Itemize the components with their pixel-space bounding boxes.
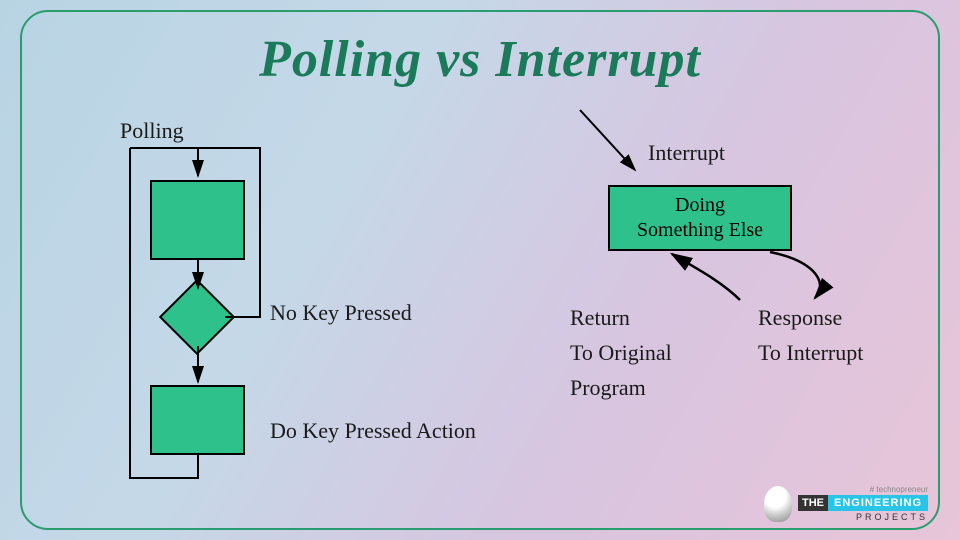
page-title: Polling vs Interrupt: [259, 30, 701, 89]
return-line1: Return: [570, 300, 672, 335]
site-logo: # technopreneur THE ENGINEERING PROJECTS: [764, 485, 928, 522]
polling-process-box-1: [150, 180, 245, 260]
return-line3: Program: [570, 370, 672, 405]
return-line2: To Original: [570, 335, 672, 370]
response-line1: Response: [758, 300, 863, 335]
polling-process-box-2: [150, 385, 245, 455]
logo-the: THE: [798, 495, 828, 511]
no-key-pressed-label: No Key Pressed: [270, 300, 412, 326]
interrupt-heading: Interrupt: [648, 140, 725, 166]
response-line2: To Interrupt: [758, 335, 863, 370]
do-key-pressed-label: Do Key Pressed Action: [270, 418, 476, 444]
response-to-interrupt-label: Response To Interrupt: [758, 300, 863, 370]
logo-text: # technopreneur THE ENGINEERING PROJECTS: [798, 485, 928, 522]
logo-engineering: ENGINEERING: [828, 495, 928, 511]
doing-something-else-box: Doing Something Else: [608, 185, 792, 251]
return-to-original-label: Return To Original Program: [570, 300, 672, 406]
logo-projects: PROJECTS: [798, 511, 928, 522]
logo-hashtag: # technopreneur: [798, 485, 928, 495]
polling-heading: Polling: [120, 118, 184, 144]
doing-line1: Doing: [675, 193, 725, 218]
robot-icon: [764, 486, 792, 522]
doing-line2: Something Else: [637, 218, 763, 243]
